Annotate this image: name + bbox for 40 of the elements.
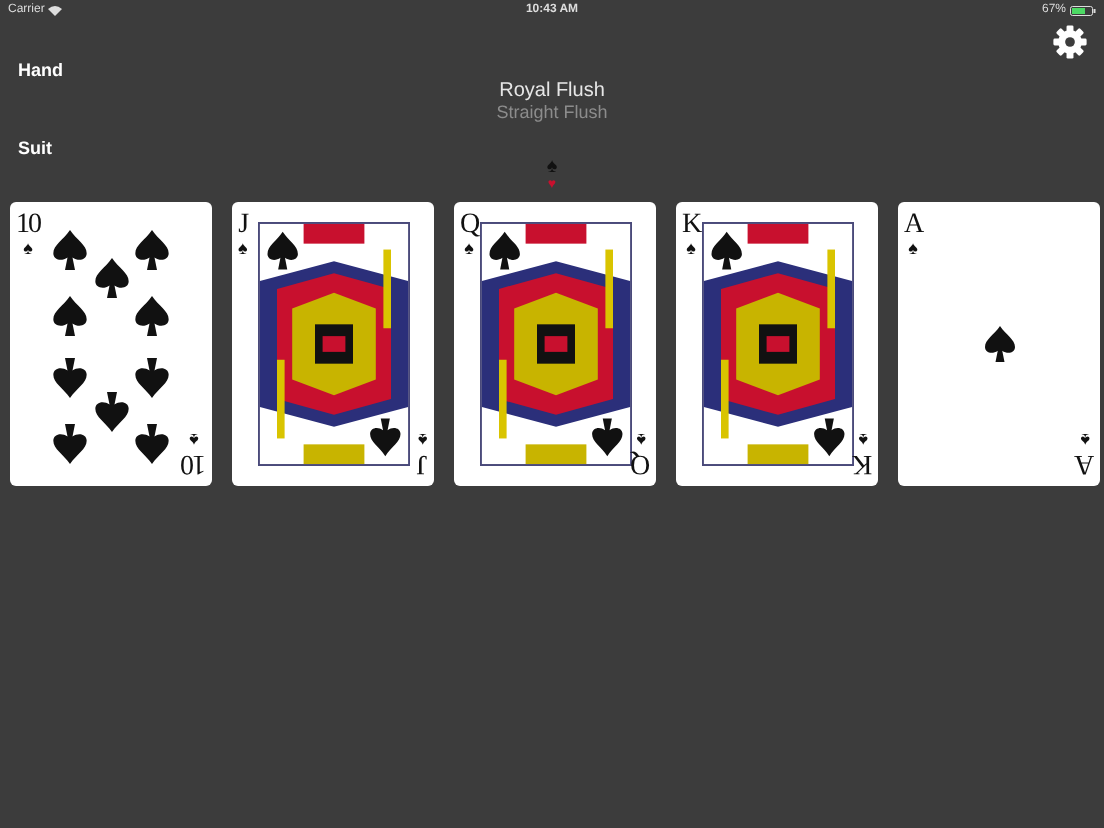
card-rank: J: [418, 448, 428, 476]
settings-button[interactable]: [1052, 24, 1088, 60]
card-suit: ♠: [23, 240, 33, 258]
spade-icon: [53, 358, 88, 399]
hand-label: Hand: [16, 60, 63, 80]
card-suit: ♠: [418, 430, 428, 448]
spade-icon: [134, 358, 169, 399]
suit-option[interactable]: ♠: [546, 158, 558, 178]
card-rank: Q: [460, 212, 479, 240]
card-rank: A: [904, 212, 923, 240]
card-rank: K: [682, 212, 701, 240]
spade-icon: [134, 230, 169, 271]
spade-icon: [53, 423, 88, 464]
spade-icon: [94, 258, 128, 299]
card-rank: K: [853, 448, 872, 476]
card-rank: Q: [631, 448, 650, 476]
card-suit: ♠: [858, 430, 868, 448]
hand-option[interactable]: Straight Flush: [496, 102, 608, 122]
spade-icon: [53, 295, 88, 336]
spade-icon: [134, 295, 169, 336]
spade-icon: [984, 326, 1014, 362]
suit-label: Suit: [16, 138, 52, 158]
wifi-icon: [48, 5, 63, 15]
spade-icon: [53, 230, 88, 271]
battery-icon: [1070, 5, 1096, 15]
card-rank: 10: [16, 212, 40, 240]
card-suit: ♠: [464, 240, 474, 258]
card-rank: 10: [182, 448, 206, 476]
card-rank: A: [1075, 448, 1094, 476]
spade-icon: [94, 392, 128, 433]
card-rank: J: [238, 212, 248, 240]
card-suit: ♠: [1080, 430, 1090, 448]
spade-icon: [134, 423, 169, 464]
hand-option[interactable]: Royal Flush: [499, 80, 605, 102]
card-suit: ♠: [636, 430, 646, 448]
card-suit: ♠: [908, 240, 918, 258]
settings-icon: [1052, 24, 1088, 60]
card-suit: ♠: [238, 240, 248, 258]
card-suit: ♠: [189, 430, 199, 448]
card-suit: ♠: [686, 240, 696, 258]
